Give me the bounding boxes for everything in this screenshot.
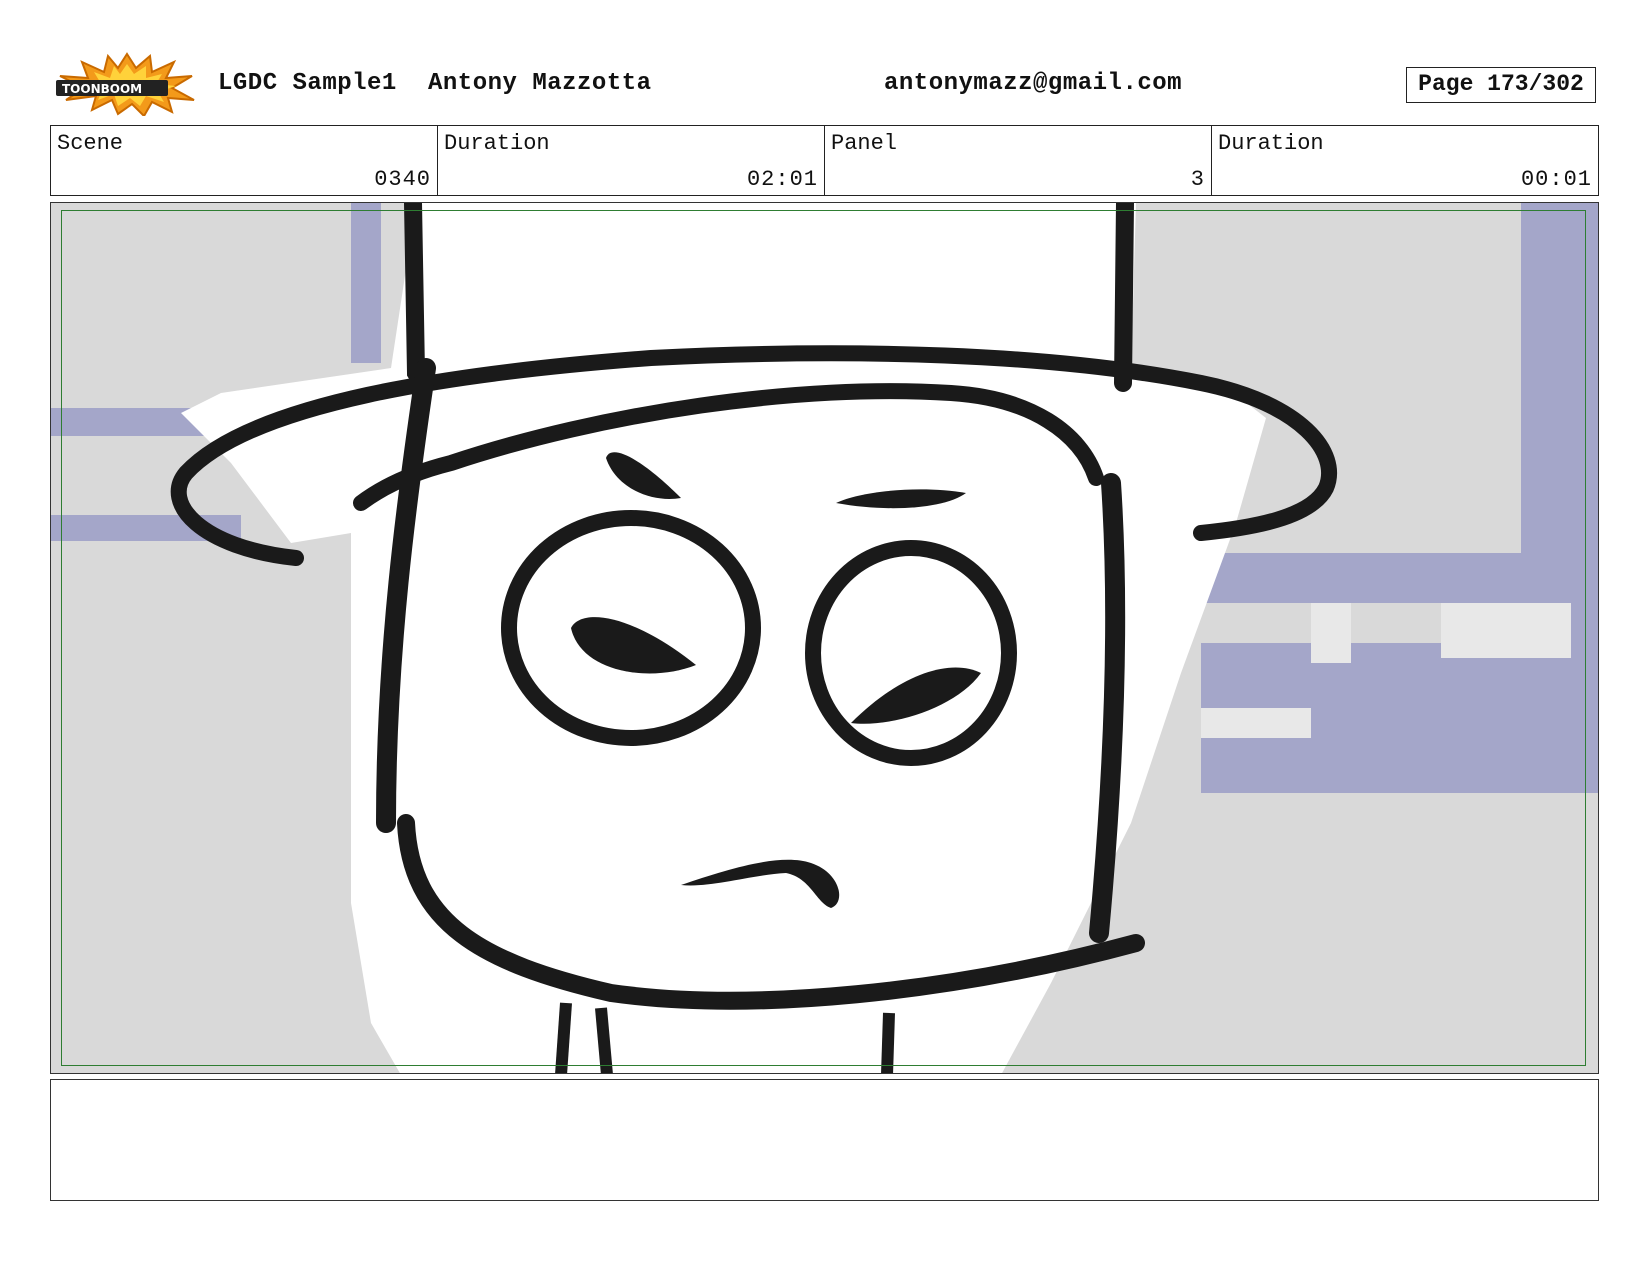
neck-line xyxy=(595,1007,613,1073)
hat-right-edge xyxy=(1114,203,1134,392)
panel-label: Panel xyxy=(831,131,898,156)
panel-cell: Panel 3 xyxy=(825,126,1212,195)
bg-light-block xyxy=(1441,603,1571,658)
panel-duration-label: Duration xyxy=(1218,131,1324,156)
scene-label: Scene xyxy=(57,131,124,156)
svg-text:TOONBOOM: TOONBOOM xyxy=(62,82,142,96)
panel-duration-value: 00:01 xyxy=(1520,167,1592,192)
scene-value: 0340 xyxy=(374,167,431,192)
bg-light-block xyxy=(1311,603,1351,663)
bg-stripe xyxy=(351,203,381,363)
page-indicator: Page 173/302 xyxy=(1406,67,1596,103)
neck-line xyxy=(555,1002,572,1073)
scene-duration-value: 02:01 xyxy=(746,167,818,192)
toonboom-logo: TOONBOOM xyxy=(52,52,202,118)
scene-duration-cell: Duration 02:01 xyxy=(438,126,825,195)
panel-drawing xyxy=(51,203,1598,1073)
scene-duration-label: Duration xyxy=(444,131,550,156)
panel-value: 3 xyxy=(1190,167,1205,192)
bg-stripe xyxy=(1521,203,1598,793)
scene-info-table: Scene 0340 Duration 02:01 Panel 3 Durati… xyxy=(50,125,1599,196)
hat-left-edge xyxy=(404,203,428,387)
neck-line xyxy=(881,1012,895,1073)
author-email[interactable]: antonymazz@gmail.com xyxy=(884,70,1182,97)
dialogue-notes-box[interactable] xyxy=(50,1079,1599,1201)
author-name: Antony Mazzotta xyxy=(428,70,652,97)
panel-duration-cell: Duration 00:01 xyxy=(1212,126,1598,195)
bg-light-block xyxy=(1201,708,1311,738)
project-title: LGDC Sample1 xyxy=(218,70,397,97)
scene-cell: Scene 0340 xyxy=(51,126,438,195)
storyboard-panel xyxy=(50,202,1599,1074)
